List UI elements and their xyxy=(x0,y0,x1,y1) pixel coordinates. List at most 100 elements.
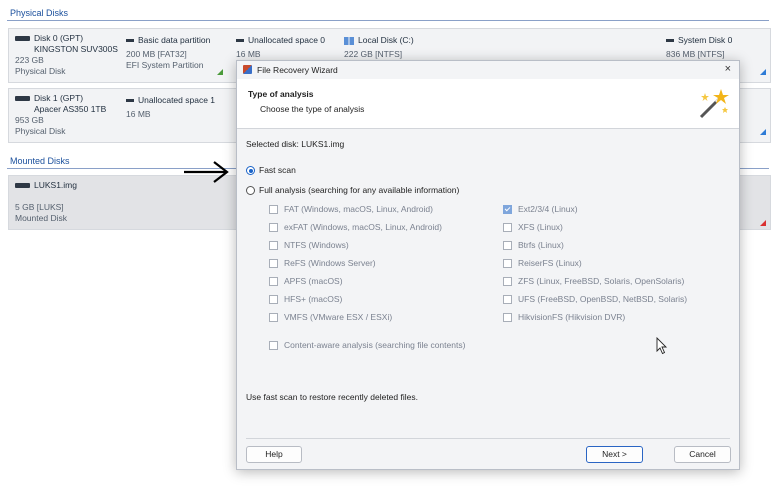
selected-disk-label: Selected disk: LUKS1.img xyxy=(246,139,345,149)
mounted-disks-header: Mounted Disks xyxy=(10,156,70,166)
full-analysis-label: Full analysis (searching for any availab… xyxy=(259,185,460,195)
windows-icon xyxy=(344,36,354,45)
fs-checkbox-vmfs[interactable]: VMFS (VMware ESX / ESXi) xyxy=(269,312,393,323)
checkbox[interactable] xyxy=(503,223,512,233)
header-title: Type of analysis xyxy=(248,89,314,99)
content-aware-label: Content-aware analysis (searching file c… xyxy=(284,340,466,350)
fs-label: APFS (macOS) xyxy=(284,276,343,286)
checkbox[interactable] xyxy=(269,341,278,351)
disk0-type: Physical Disk xyxy=(15,66,66,76)
fs-label: NTFS (Windows) xyxy=(284,240,349,250)
dialog-title: File Recovery Wizard xyxy=(257,65,338,75)
fs-checkbox-ntfs[interactable]: NTFS (Windows) xyxy=(269,240,349,251)
partition-detail: 200 MB [FAT32] xyxy=(126,49,187,59)
mounted-disk-size: 5 GB [LUKS] xyxy=(15,202,64,212)
partition-detail: 222 GB [NTFS] xyxy=(344,49,403,59)
partition-icon xyxy=(666,39,674,43)
partition-icon xyxy=(236,39,244,43)
disk1-model: Apacer AS350 1TB xyxy=(34,104,107,114)
footer-divider xyxy=(246,438,730,439)
partition-unallocated-0[interactable]: Unallocated space 0 16 MB xyxy=(236,35,325,60)
partition-basic-data[interactable]: Basic data partition 200 MB [FAT32] EFI … xyxy=(126,35,210,71)
fs-label: HikvisionFS (Hikvision DVR) xyxy=(518,312,626,322)
help-button[interactable]: Help xyxy=(246,446,302,463)
partition-name: Local Disk (C:) xyxy=(358,35,414,45)
disk1-size: 953 GB xyxy=(15,115,44,125)
disk1-info: Disk 1 (GPT) Apacer AS350 1TB 953 GB Phy… xyxy=(15,93,106,137)
disk0-size: 223 GB xyxy=(15,55,44,65)
fs-checkbox-reiserfs[interactable]: ReiserFS (Linux) xyxy=(503,258,582,269)
partition-detail: 16 MB xyxy=(236,49,261,59)
partition-local-disk-c[interactable]: Local Disk (C:) 222 GB [NTFS] xyxy=(344,35,414,60)
checkbox[interactable] xyxy=(269,295,278,305)
next-button[interactable]: Next > xyxy=(586,446,643,463)
cancel-button[interactable]: Cancel xyxy=(674,446,731,463)
close-icon[interactable]: × xyxy=(725,63,731,75)
fs-label: UFS (FreeBSD, OpenBSD, NetBSD, Solaris) xyxy=(518,294,688,304)
file-recovery-wizard-dialog: File Recovery Wizard × Type of analysis … xyxy=(236,60,740,470)
hard-drive-icon xyxy=(15,183,30,189)
fs-checkbox-exfat[interactable]: exFAT (Windows, macOS, Linux, Android) xyxy=(269,222,442,233)
fs-label: ReiserFS (Linux) xyxy=(518,258,582,268)
checkbox[interactable] xyxy=(269,259,278,269)
physical-disks-divider xyxy=(7,20,769,21)
checkbox[interactable] xyxy=(269,205,278,215)
hard-drive-icon xyxy=(15,36,30,42)
checkbox[interactable] xyxy=(503,259,512,269)
fs-checkbox-refs[interactable]: ReFS (Windows Server) xyxy=(269,258,376,269)
checkbox[interactable] xyxy=(269,277,278,287)
mouse-cursor-icon xyxy=(656,337,668,355)
partition-detail: 836 MB [NTFS] xyxy=(666,49,725,59)
mounted-disk-name: LUKS1.img xyxy=(34,180,77,190)
fs-checkbox-zfs[interactable]: ZFS (Linux, FreeBSD, Solaris, OpenSolari… xyxy=(503,276,685,287)
partition-detail2: EFI System Partition xyxy=(126,60,204,70)
fs-label: FAT (Windows, macOS, Linux, Android) xyxy=(284,204,433,214)
mounted-disk-info: LUKS1.img 5 GB [LUKS] Mounted Disk xyxy=(15,180,77,224)
fs-checkbox-ufs[interactable]: UFS (FreeBSD, OpenBSD, NetBSD, Solaris) xyxy=(503,294,688,305)
partition-name: System Disk 0 xyxy=(678,35,733,45)
fs-checkbox-ext[interactable]: Ext2/3/4 (Linux) xyxy=(503,204,578,215)
partition-detail: 16 MB xyxy=(126,109,151,119)
dialog-title-bar[interactable]: File Recovery Wizard × xyxy=(237,61,739,78)
disk1-type: Physical Disk xyxy=(15,126,66,136)
checkbox[interactable] xyxy=(503,277,512,287)
checkbox[interactable] xyxy=(503,295,512,305)
fs-checkbox-hfs[interactable]: HFS+ (macOS) xyxy=(269,294,342,305)
fs-label: Btrfs (Linux) xyxy=(518,240,564,250)
dialog-header: Type of analysis Choose the type of anal… xyxy=(237,79,739,129)
disk1-name: Disk 1 (GPT) xyxy=(34,93,84,103)
checkbox[interactable] xyxy=(503,313,512,323)
checkbox[interactable] xyxy=(269,223,278,233)
fs-label: XFS (Linux) xyxy=(518,222,563,232)
fs-label: ReFS (Windows Server) xyxy=(284,258,376,268)
full-analysis-option[interactable]: Full analysis (searching for any availab… xyxy=(246,185,460,196)
checkbox[interactable] xyxy=(269,241,278,251)
fs-checkbox-xfs[interactable]: XFS (Linux) xyxy=(503,222,563,233)
content-aware-checkbox[interactable]: Content-aware analysis (searching file c… xyxy=(269,340,466,351)
checkbox[interactable] xyxy=(503,241,512,251)
fs-label: ZFS (Linux, FreeBSD, Solaris, OpenSolari… xyxy=(518,276,685,286)
checkbox-checked[interactable] xyxy=(503,205,512,215)
mounted-disk-type: Mounted Disk xyxy=(15,213,67,223)
fast-scan-option[interactable]: Fast scan xyxy=(246,165,296,176)
fs-label: VMFS (VMware ESX / ESXi) xyxy=(284,312,393,322)
fs-checkbox-apfs[interactable]: APFS (macOS) xyxy=(269,276,343,287)
arrow-right-icon xyxy=(184,161,229,183)
fs-checkbox-hikvisionfs[interactable]: HikvisionFS (Hikvision DVR) xyxy=(503,312,626,323)
fs-checkbox-fat[interactable]: FAT (Windows, macOS, Linux, Android) xyxy=(269,204,433,215)
fs-label: Ext2/3/4 (Linux) xyxy=(518,204,578,214)
magic-wand-icon xyxy=(699,89,729,119)
partition-unallocated-1[interactable]: Unallocated space 1 16 MB xyxy=(126,95,215,120)
partition-name: Unallocated space 1 xyxy=(138,95,216,105)
radio-unselected[interactable] xyxy=(246,186,255,196)
partition-system-disk-0[interactable]: System Disk 0 836 MB [NTFS] xyxy=(666,35,732,60)
hard-drive-icon xyxy=(15,96,30,102)
radio-selected[interactable] xyxy=(246,166,255,176)
header-subtitle: Choose the type of analysis xyxy=(260,104,365,114)
checkbox[interactable] xyxy=(269,313,278,323)
partition-marker xyxy=(760,69,766,75)
fs-checkbox-btrfs[interactable]: Btrfs (Linux) xyxy=(503,240,564,251)
partition-marker xyxy=(760,129,766,135)
app-icon xyxy=(243,65,252,74)
fast-scan-label: Fast scan xyxy=(259,165,296,175)
